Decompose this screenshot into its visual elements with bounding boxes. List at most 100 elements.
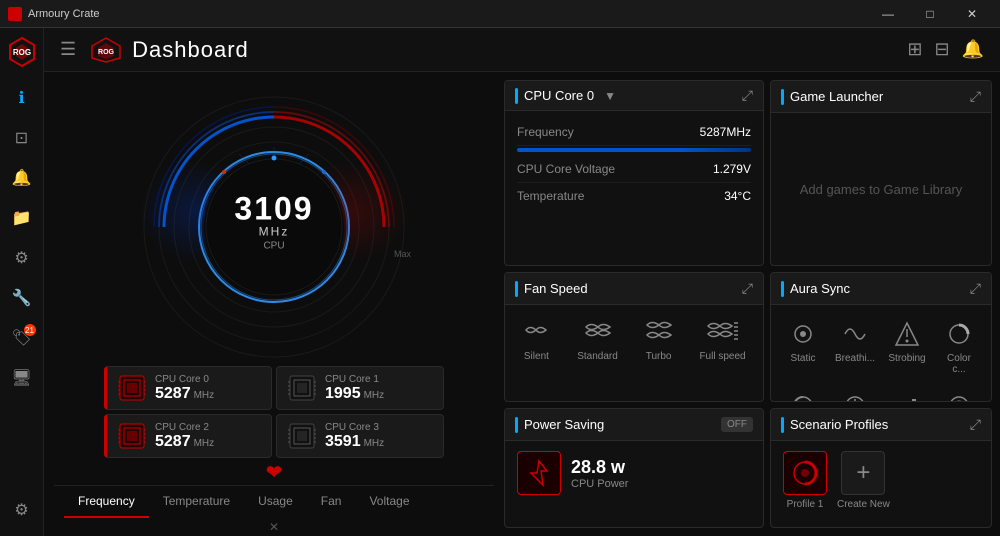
- aura-color-cycle[interactable]: Color c...: [935, 313, 983, 381]
- aura-accent-bar: [781, 281, 784, 297]
- titlebar-controls: — □ ✕: [868, 0, 992, 28]
- folder-icon: 📁: [12, 208, 32, 228]
- cpu-core-panel-header[interactable]: CPU Core 0 ▼ ⤢: [505, 81, 763, 111]
- tab-fan[interactable]: Fan: [307, 486, 356, 518]
- scenario-profiles-panel: Scenario Profiles ⤢: [770, 408, 992, 528]
- aura-sync-title: Aura Sync: [790, 281, 850, 296]
- aura-smart[interactable]: Smart: [935, 385, 983, 402]
- cpu-card-unit-2: MHz: [194, 438, 215, 449]
- create-new-icon-box: +: [841, 451, 885, 495]
- aura-expand[interactable]: ⤢: [970, 280, 981, 297]
- app-icon: [8, 7, 22, 21]
- notify-button[interactable]: 🔔: [962, 39, 984, 60]
- settings-icon: ⚙: [14, 500, 28, 520]
- game-launcher-text: Add games to Game Library: [800, 182, 963, 197]
- tab-temperature[interactable]: Temperature: [149, 486, 244, 518]
- aura-static[interactable]: Static: [779, 313, 827, 381]
- aura-starry-icon: [840, 391, 870, 402]
- power-icon-box: [517, 451, 561, 495]
- fan-turbo-icon: [645, 319, 673, 347]
- fan-option-standard[interactable]: Standard: [569, 313, 626, 393]
- cpu-card-label-3: CPU Core 3: [325, 422, 384, 433]
- cpu-core-expand-icon[interactable]: ⤢: [742, 87, 753, 104]
- close-button[interactable]: ✕: [952, 0, 992, 28]
- game-launcher-expand[interactable]: ⤢: [970, 88, 981, 105]
- power-saving-header: Power Saving OFF: [505, 409, 763, 441]
- cpu-chip-icon-3: [287, 421, 317, 451]
- panel-accent-bar: [515, 88, 518, 104]
- gauge-unit: MHz: [234, 225, 313, 239]
- aura-header-left: Aura Sync: [781, 281, 850, 297]
- maximize-button[interactable]: □: [910, 0, 950, 28]
- cpu-card-label-0: CPU Core 0: [155, 374, 214, 385]
- freq-value: 5287MHz: [700, 125, 751, 139]
- scenario-expand[interactable]: ⤢: [970, 416, 981, 433]
- scenario-profile-1[interactable]: Profile 1: [783, 451, 827, 510]
- sidebar-item-info[interactable]: ℹ: [4, 80, 40, 116]
- sidebar-item-sliders[interactable]: ⚙: [4, 240, 40, 276]
- fan-fullspeed-label: Full speed: [699, 351, 745, 362]
- aura-grid: Static Breathi...: [771, 305, 991, 402]
- cpu-card-info-3: CPU Core 3 3591 MHz: [325, 422, 384, 451]
- aura-rainbow[interactable]: Rainbow: [779, 385, 827, 402]
- cpu-core-panel-body: Frequency 5287MHz CPU Core Voltage 1.279…: [505, 111, 763, 265]
- profile-1-icon-box: [783, 451, 827, 495]
- fan-option-turbo[interactable]: Turbo: [637, 313, 681, 393]
- voltage-label: CPU Core Voltage: [517, 162, 615, 176]
- fan-option-silent[interactable]: Silent: [514, 313, 558, 393]
- sidebar-item-tools[interactable]: 🔧: [4, 280, 40, 316]
- header-title: Dashboard: [132, 37, 249, 63]
- aura-breathing[interactable]: Breathi...: [831, 313, 879, 381]
- aura-rainbow-icon: [788, 391, 818, 402]
- gauge-value: 3109: [234, 193, 313, 225]
- aura-strobing[interactable]: Strobing: [883, 313, 931, 381]
- grid-view-button[interactable]: ⊟: [934, 39, 949, 60]
- scenario-create-new[interactable]: + Create New: [837, 451, 890, 510]
- tab-usage[interactable]: Usage: [244, 486, 307, 518]
- titlebar-title: Armoury Crate: [28, 8, 100, 20]
- cpu-card-0: CPU Core 0 5287 MHz: [104, 366, 272, 410]
- gauge-center: 3109 MHz CPU: [234, 193, 313, 252]
- minimize-button[interactable]: —: [868, 0, 908, 28]
- titlebar: Armoury Crate — □ ✕: [0, 0, 1000, 28]
- sidebar-item-settings[interactable]: ⚙: [4, 492, 40, 528]
- sidebar-item-devices[interactable]: ⊡: [4, 120, 40, 156]
- aura-smart-icon: [944, 391, 974, 402]
- list-view-button[interactable]: ⊞: [907, 39, 922, 60]
- power-value: 28.8 w: [571, 457, 628, 478]
- cpu-core-dropdown-title: CPU Core 0: [524, 88, 594, 103]
- game-launcher-body: Add games to Game Library: [771, 113, 991, 265]
- cpu-card-value-1: 1995: [325, 385, 361, 403]
- cpu-chip-icon-0: [117, 373, 147, 403]
- scenario-title: Scenario Profiles: [790, 417, 888, 432]
- fan-standard-label: Standard: [577, 351, 618, 362]
- menu-icon[interactable]: ☰: [60, 39, 76, 60]
- tab-frequency[interactable]: Frequency: [64, 486, 149, 518]
- fan-expand[interactable]: ⤢: [742, 280, 753, 297]
- sidebar-item-alert[interactable]: 🔔: [4, 160, 40, 196]
- frequency-bar: [517, 148, 751, 152]
- header-logo: ROG Dashboard: [88, 36, 249, 64]
- game-launcher-title: Game Launcher: [790, 89, 883, 104]
- aura-starry[interactable]: Starry...: [831, 385, 879, 402]
- cpu-chip-icon-2: [117, 421, 147, 451]
- gauge-label: CPU: [234, 241, 313, 252]
- temp-value: 34°C: [724, 189, 751, 203]
- cpu-card-value-3: 3591: [325, 433, 361, 451]
- right-top-panels: CPU Core 0 ▼ ⤢ Frequency 5287MHz: [504, 80, 992, 266]
- sidebar-item-folder[interactable]: 📁: [4, 200, 40, 236]
- badge-count: 21: [24, 324, 36, 336]
- fan-option-fullspeed[interactable]: Full speed: [691, 313, 753, 393]
- aura-music[interactable]: Music: [883, 385, 931, 402]
- profile-1-label: Profile 1: [787, 499, 824, 510]
- header-actions: ⊞ ⊟ 🔔: [907, 39, 984, 60]
- cpu-core-dropdown-icon[interactable]: ▼: [604, 89, 616, 103]
- cpu-card-label-2: CPU Core 2: [155, 422, 214, 433]
- scenario-accent-bar: [781, 417, 784, 433]
- alert-icon: 🔔: [12, 168, 32, 188]
- power-saving-title: Power Saving: [524, 417, 604, 432]
- sidebar-item-monitor[interactable]: 🖥: [4, 360, 40, 396]
- sidebar-item-badge[interactable]: 🏷 21: [4, 320, 40, 356]
- tab-voltage[interactable]: Voltage: [355, 486, 423, 518]
- power-toggle[interactable]: OFF: [721, 417, 753, 432]
